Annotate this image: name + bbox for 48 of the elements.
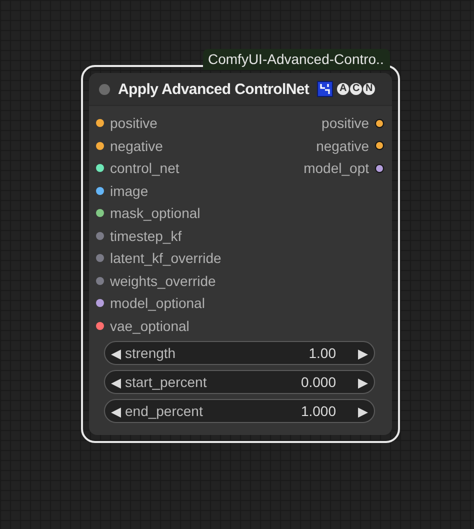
- output-slot-icon[interactable]: [375, 118, 384, 128]
- input-label: positive: [110, 115, 158, 132]
- widget-value: 1.000: [300, 403, 336, 419]
- decrement-arrow[interactable]: ◀: [111, 346, 121, 360]
- input-slot-icon[interactable]: [96, 142, 104, 150]
- output-slot-icon[interactable]: [375, 141, 384, 150]
- input-slot-icon[interactable]: [96, 299, 104, 308]
- widget-label: end_percent: [125, 403, 204, 419]
- input-slot-icon[interactable]: [96, 209, 104, 218]
- number-widget[interactable]: ◀ end_percent 1.000 ▶: [104, 399, 375, 423]
- input-slot-icon[interactable]: [96, 186, 104, 195]
- input-label: vae_optional: [110, 318, 190, 334]
- input-label: image: [110, 182, 148, 199]
- widget-label: strength: [125, 345, 177, 361]
- decrement-arrow[interactable]: ◀: [111, 374, 121, 390]
- output-label: negative: [316, 138, 369, 154]
- widget-value: 0.000: [300, 374, 336, 390]
- input-slot-icon[interactable]: [96, 322, 104, 330]
- node-title: Apply Advanced ControlNet: [118, 80, 310, 98]
- badge-letter: A: [337, 83, 350, 95]
- badge-letter: N: [363, 83, 376, 95]
- input-label: weights_override: [110, 272, 216, 289]
- input-slot-icon[interactable]: [96, 119, 104, 128]
- input-label: control_net: [110, 160, 180, 176]
- widget-value: 1.00: [308, 345, 336, 361]
- widget-label: start_percent: [125, 374, 208, 390]
- input-slot-icon[interactable]: [96, 164, 104, 172]
- collapse-dot-icon[interactable]: [99, 84, 110, 94]
- number-widget[interactable]: ◀ start_percent 0.000 ▶: [104, 370, 375, 394]
- number-widget[interactable]: ◀ strength 1.00 ▶: [104, 341, 375, 365]
- input-label: mask_optional: [110, 205, 200, 222]
- increment-arrow[interactable]: ▶: [358, 374, 368, 390]
- input-label: model_optional: [110, 295, 205, 312]
- increment-arrow[interactable]: ▶: [358, 346, 368, 360]
- input-slot-icon[interactable]: [96, 254, 104, 262]
- node-pack-icon: [317, 81, 334, 97]
- input-label: latent_kf_override: [110, 250, 222, 266]
- input-slot-icon[interactable]: [96, 276, 104, 285]
- output-label: positive: [322, 115, 369, 132]
- output-slot-icon[interactable]: [375, 164, 384, 173]
- badge-letter: C: [350, 83, 362, 95]
- input-label: negative: [110, 138, 163, 154]
- increment-arrow[interactable]: ▶: [358, 404, 368, 418]
- input-label: timestep_kf: [110, 228, 182, 244]
- input-slot-icon[interactable]: [96, 232, 104, 240]
- decrement-arrow[interactable]: ◀: [111, 404, 121, 418]
- output-label: model_opt: [304, 160, 369, 176]
- source-tag: ComfyUI-Advanced-Contro..: [203, 49, 390, 70]
